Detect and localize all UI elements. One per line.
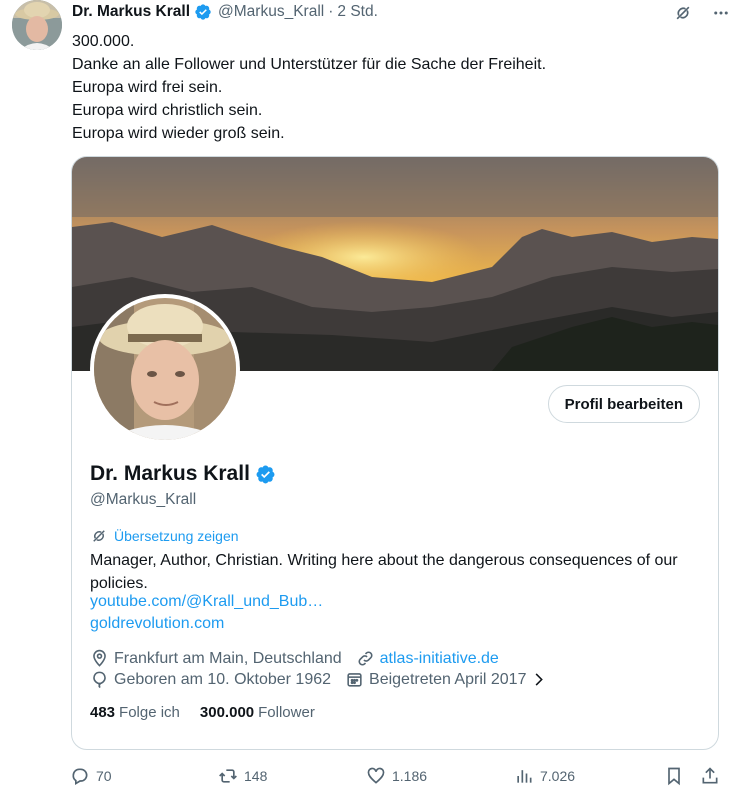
tweet-line: Europa wird frei sein. xyxy=(72,79,223,96)
translate-icon xyxy=(90,527,108,545)
verified-badge-icon[interactable] xyxy=(255,464,276,485)
like-button[interactable]: 1.186 xyxy=(366,766,427,786)
profile-name: Dr. Markus Krall xyxy=(90,462,250,485)
website-item[interactable]: atlas-initiative.de xyxy=(356,649,499,668)
profile-avatar[interactable] xyxy=(90,294,240,444)
like-count: 1.186 xyxy=(392,768,428,784)
profile-name-row: Dr. Markus Krall xyxy=(90,462,276,486)
following-label: Folge ich xyxy=(119,704,180,721)
translate-label[interactable]: Übersetzung zeigen xyxy=(114,528,239,544)
bio-link-goldrevolution[interactable]: goldrevolution.com xyxy=(90,615,224,633)
reply-icon xyxy=(70,766,90,786)
author-handle[interactable]: @Markus_Krall xyxy=(218,3,324,21)
joined-item[interactable]: Beigetreten April 2017 xyxy=(345,670,548,689)
tweet-header: Dr. Markus Krall @Markus_Krall · 2 Std. xyxy=(72,2,378,22)
tweet-text: 300.000. Danke an alle Follower und Unte… xyxy=(72,30,722,145)
retweet-button[interactable]: 148 xyxy=(218,766,267,786)
followers-label: Follower xyxy=(258,704,315,721)
joined-text[interactable]: Beigetreten April 2017 xyxy=(369,671,526,689)
share-button[interactable] xyxy=(700,766,726,786)
retweet-count: 148 xyxy=(244,768,268,784)
separator-dot: · xyxy=(328,3,334,20)
balloon-icon xyxy=(90,670,109,689)
profile-meta-row: Frankfurt am Main, Deutschland atlas-ini… xyxy=(90,649,513,668)
profile-handle: @Markus_Krall xyxy=(90,491,197,508)
tweet-line: Danke an alle Follower und Unterstützer … xyxy=(72,56,547,73)
tweet-actions: 70 148 1.186 7.026 xyxy=(70,766,730,788)
link-icon xyxy=(356,649,375,668)
share-icon xyxy=(700,766,720,786)
tweet-time[interactable]: 2 Std. xyxy=(337,3,378,21)
tweet-line: Europa wird christlich sein. xyxy=(72,102,263,119)
following-stat[interactable]: 483 Folge ich xyxy=(90,704,180,721)
views-count: 7.026 xyxy=(540,768,576,784)
grok-icon[interactable] xyxy=(672,2,694,24)
followers-stat[interactable]: 300.000 Follower xyxy=(200,704,315,721)
views-icon xyxy=(514,766,534,786)
views-button[interactable]: 7.026 xyxy=(514,766,575,786)
edit-profile-button[interactable]: Profil bearbeiten xyxy=(547,385,700,423)
profile-card[interactable]: Profil bearbeiten Dr. Markus Krall @Mark… xyxy=(71,156,719,750)
tweet-line: Europa wird wieder groß sein. xyxy=(72,125,285,142)
heart-icon xyxy=(366,766,386,786)
chevron-right-icon[interactable] xyxy=(529,670,548,689)
followers-count: 300.000 xyxy=(199,704,255,721)
tweet-top-actions xyxy=(672,2,732,24)
website-link[interactable]: atlas-initiative.de xyxy=(380,650,499,668)
location-icon xyxy=(90,649,109,668)
more-icon[interactable] xyxy=(710,2,732,24)
calendar-icon xyxy=(345,670,364,689)
author-avatar[interactable] xyxy=(12,0,62,50)
follow-stats: 483 Folge ich 300.000 Follower xyxy=(90,704,335,721)
reply-count: 70 xyxy=(96,768,112,784)
tweet: Dr. Markus Krall @Markus_Krall · 2 Std. … xyxy=(0,0,752,788)
location-text: Frankfurt am Main, Deutschland xyxy=(114,649,342,667)
bio-link-youtube[interactable]: youtube.com/@Krall_und_Bub… xyxy=(90,593,323,611)
verified-badge-icon[interactable] xyxy=(194,3,212,21)
location-item: Frankfurt am Main, Deutschland xyxy=(90,649,342,668)
translate-link[interactable]: Übersetzung zeigen xyxy=(90,527,239,545)
bookmark-icon xyxy=(664,766,684,786)
birthday-item: Geboren am 10. Oktober 1962 xyxy=(90,670,331,689)
retweet-icon xyxy=(218,766,238,786)
profile-bio: Manager, Author, Christian. Writing here… xyxy=(90,552,678,592)
bookmark-button[interactable] xyxy=(664,766,690,786)
profile-meta-row: Geboren am 10. Oktober 1962 Beigetreten … xyxy=(90,670,562,689)
tweet-line: 300.000. xyxy=(72,33,135,50)
author-name[interactable]: Dr. Markus Krall xyxy=(72,3,190,21)
born-text: Geboren am 10. Oktober 1962 xyxy=(114,670,332,688)
following-count: 483 xyxy=(90,704,116,721)
reply-button[interactable]: 70 xyxy=(70,766,112,786)
